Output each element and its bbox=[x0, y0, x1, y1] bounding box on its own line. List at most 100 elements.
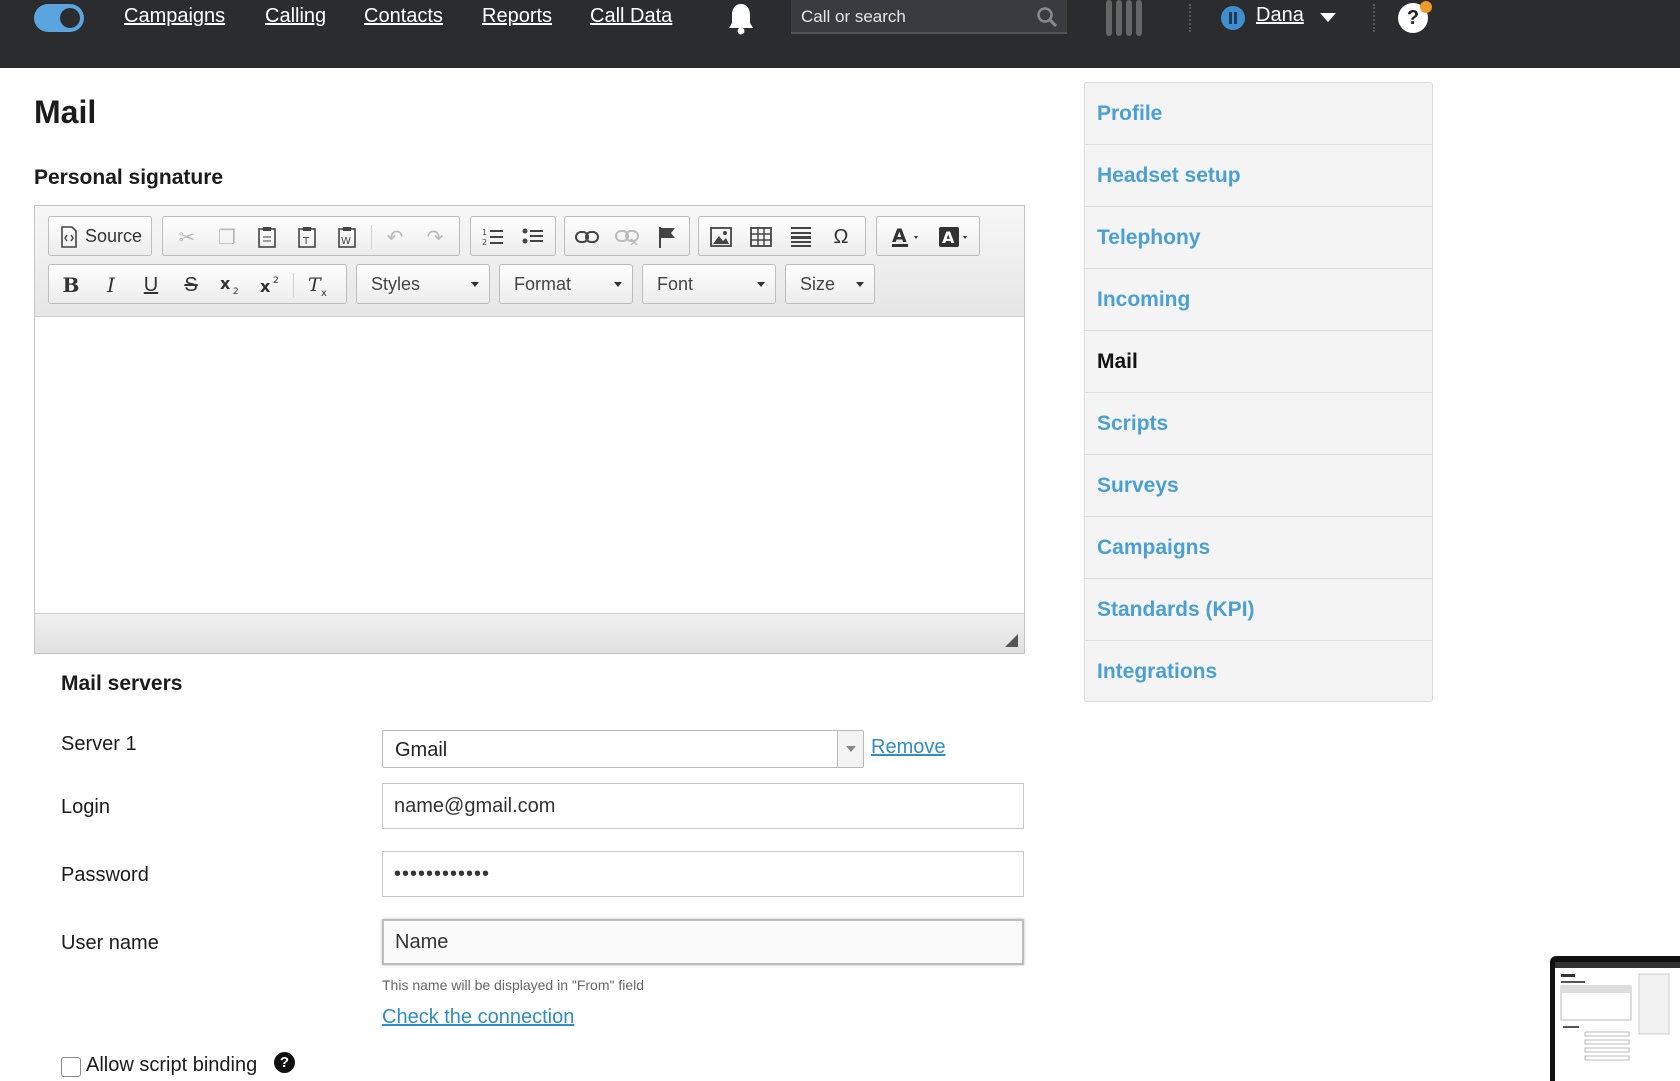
resize-handle-icon[interactable] bbox=[1005, 634, 1018, 647]
username-field[interactable] bbox=[382, 919, 1024, 965]
mail-servers-title: Mail servers bbox=[61, 672, 183, 695]
login-field[interactable] bbox=[382, 783, 1024, 829]
remove-format-icon[interactable]: Tx bbox=[303, 270, 335, 300]
bell-icon[interactable] bbox=[726, 2, 756, 36]
undo-icon[interactable]: ↶ bbox=[379, 222, 411, 252]
color-group: A A bbox=[876, 216, 980, 256]
format-dropdown[interactable]: Format bbox=[499, 264, 633, 304]
background-color-icon[interactable]: A bbox=[933, 222, 977, 252]
link-icon[interactable] bbox=[571, 222, 603, 252]
page-title: Mail bbox=[34, 94, 97, 130]
search-icon[interactable] bbox=[1036, 6, 1058, 28]
svg-text:1: 1 bbox=[482, 228, 487, 237]
paste-icon[interactable] bbox=[251, 222, 283, 252]
nav-contacts[interactable]: Contacts bbox=[364, 5, 443, 28]
svg-text:x: x bbox=[220, 274, 231, 293]
special-character-icon[interactable]: Ω bbox=[825, 222, 857, 252]
paste-text-icon[interactable]: T bbox=[291, 222, 323, 252]
bars-icon[interactable] bbox=[1104, 0, 1146, 36]
password-field[interactable]: •••••••••••• bbox=[382, 851, 1024, 897]
svg-text:A: A bbox=[942, 228, 955, 247]
cut-icon[interactable]: ✂ bbox=[171, 222, 203, 252]
side-item-telephony[interactable]: Telephony bbox=[1085, 207, 1432, 269]
screen-preview-thumbnail[interactable] bbox=[1550, 956, 1680, 1081]
side-item-standards-kpi[interactable]: Standards (KPI) bbox=[1085, 579, 1432, 641]
top-bar: Campaigns Calling Contacts Reports Call … bbox=[0, 0, 1680, 68]
strikethrough-button[interactable]: S bbox=[175, 270, 207, 300]
side-item-profile[interactable]: Profile bbox=[1085, 83, 1432, 145]
svg-text:T: T bbox=[302, 236, 310, 247]
preview-screen bbox=[1555, 962, 1680, 1081]
font-dropdown[interactable]: Font bbox=[642, 264, 776, 304]
caret-icon bbox=[757, 282, 765, 287]
server-select[interactable]: Gmail bbox=[382, 730, 864, 768]
svg-text:A: A bbox=[892, 226, 907, 247]
remove-server-link[interactable]: Remove bbox=[871, 736, 945, 759]
chevron-down-icon[interactable] bbox=[837, 731, 863, 767]
side-item-scripts[interactable]: Scripts bbox=[1085, 393, 1432, 455]
separator bbox=[371, 225, 372, 249]
superscript-icon[interactable]: x2 bbox=[255, 270, 287, 300]
notification-badge bbox=[1420, 1, 1432, 13]
subscript-icon[interactable]: x2 bbox=[215, 270, 247, 300]
side-item-campaigns[interactable]: Campaigns bbox=[1085, 517, 1432, 579]
side-item-surveys[interactable]: Surveys bbox=[1085, 455, 1432, 517]
underline-button[interactable]: U bbox=[135, 270, 167, 300]
image-icon[interactable] bbox=[705, 222, 737, 252]
search-box bbox=[791, 0, 1067, 34]
anchor-flag-icon[interactable] bbox=[651, 222, 683, 252]
allow-script-binding-label: Allow script binding bbox=[86, 1054, 258, 1076]
numbered-list-icon[interactable]: 12 bbox=[477, 222, 509, 252]
check-connection-link[interactable]: Check the connection bbox=[382, 1006, 574, 1029]
styles-label: Styles bbox=[371, 274, 421, 294]
link-group bbox=[564, 216, 690, 256]
nav-reports[interactable]: Reports bbox=[482, 5, 552, 28]
caret-icon bbox=[614, 282, 622, 287]
password-label: Password bbox=[61, 864, 149, 886]
insert-group: Ω bbox=[698, 216, 866, 256]
toggle-icon[interactable] bbox=[34, 4, 84, 32]
editor-toolbar: Source ✂ ❐ T W ↶ ↷ 12 Ω A A B I U S x 2 … bbox=[35, 206, 1024, 317]
format-label: Format bbox=[514, 274, 572, 294]
editor-statusbar bbox=[35, 613, 1024, 653]
paste-word-icon[interactable]: W bbox=[331, 222, 363, 252]
italic-button[interactable]: I bbox=[95, 270, 127, 300]
bulleted-list-icon[interactable] bbox=[517, 222, 549, 252]
list-group: 12 bbox=[470, 216, 556, 256]
signature-editor: Source ✂ ❐ T W ↶ ↷ 12 Ω A A B I U S x 2 … bbox=[34, 205, 1025, 654]
side-item-incoming[interactable]: Incoming bbox=[1085, 269, 1432, 331]
nav-call-data[interactable]: Call Data bbox=[590, 5, 672, 28]
svg-text:2: 2 bbox=[273, 276, 279, 286]
chevron-down-icon[interactable] bbox=[1320, 13, 1336, 22]
bold-button[interactable]: B bbox=[55, 270, 87, 300]
search-input[interactable] bbox=[791, 0, 1031, 34]
source-label: Source bbox=[85, 226, 143, 246]
svg-text:x: x bbox=[321, 288, 327, 297]
size-dropdown[interactable]: Size bbox=[785, 264, 875, 304]
styles-dropdown[interactable]: Styles bbox=[356, 264, 490, 304]
side-item-mail[interactable]: Mail bbox=[1085, 331, 1432, 393]
allow-script-binding-checkbox[interactable] bbox=[61, 1057, 81, 1077]
status-icon[interactable] bbox=[1221, 6, 1245, 30]
table-icon[interactable] bbox=[745, 222, 777, 252]
unlink-icon[interactable] bbox=[611, 222, 643, 252]
server-label: Server 1 bbox=[61, 733, 137, 755]
signature-content-area[interactable] bbox=[35, 317, 1024, 613]
side-item-headset-setup[interactable]: Headset setup bbox=[1085, 145, 1432, 207]
user-menu[interactable]: Dana bbox=[1256, 4, 1304, 27]
side-item-integrations[interactable]: Integrations bbox=[1085, 641, 1432, 703]
redo-icon[interactable]: ↷ bbox=[419, 222, 451, 252]
horizontal-line-icon[interactable] bbox=[785, 222, 817, 252]
divider bbox=[1373, 4, 1375, 32]
copy-icon[interactable]: ❐ bbox=[211, 222, 243, 252]
help-icon[interactable]: ? bbox=[274, 1052, 295, 1073]
signature-title: Personal signature bbox=[34, 166, 224, 189]
caret-icon bbox=[856, 282, 864, 287]
nav-campaigns[interactable]: Campaigns bbox=[124, 5, 225, 28]
size-label: Size bbox=[800, 274, 836, 294]
source-button[interactable]: Source bbox=[48, 216, 152, 256]
nav-calling[interactable]: Calling bbox=[265, 5, 326, 28]
svg-text:x: x bbox=[260, 277, 271, 296]
svg-text:T: T bbox=[308, 274, 322, 296]
text-color-icon[interactable]: A bbox=[885, 222, 929, 252]
